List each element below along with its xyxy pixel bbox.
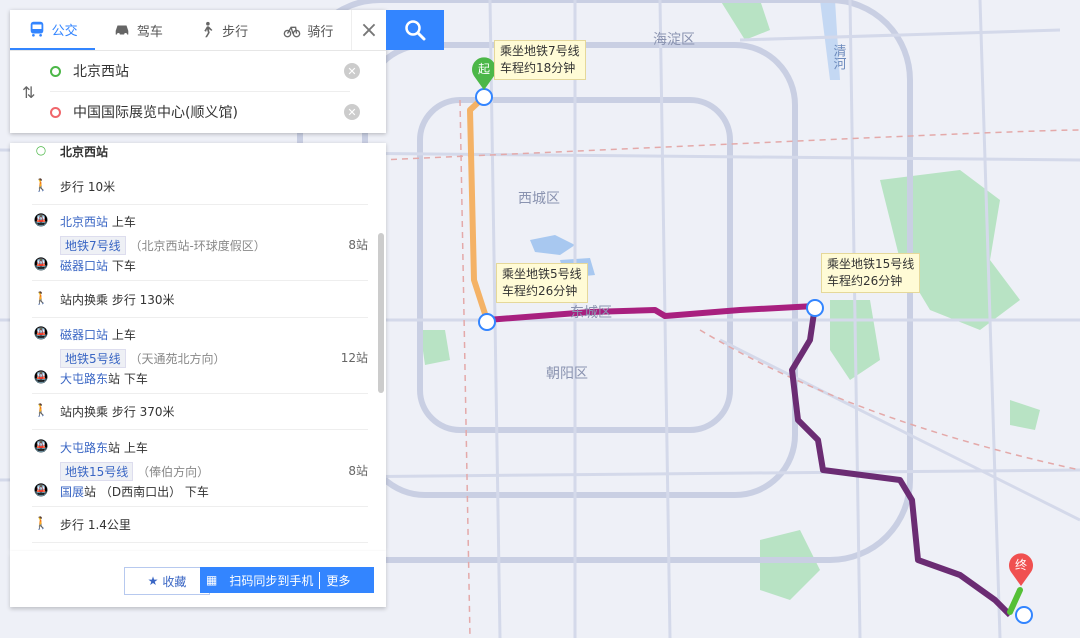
origin-dot-icon xyxy=(50,65,61,77)
origin-destination: ⇅ 北京西站 ✕ 中国国际展览中心(顺义馆) ✕ xyxy=(10,51,386,133)
station-link[interactable]: 磁器口站 xyxy=(60,259,108,273)
mode-tabs: 公交 驾车 步行 骑行 × xyxy=(10,10,386,51)
walk-icon: 🚶 xyxy=(33,516,49,530)
route-bubble-line5: 乘坐地铁5号线 车程约26分钟 xyxy=(496,263,588,303)
more-button[interactable]: 更多 xyxy=(319,571,356,589)
tab-bike[interactable]: 骑行 xyxy=(266,10,351,50)
station-link[interactable]: 北京西站 xyxy=(60,215,108,229)
bubble-line: 乘坐地铁7号线 xyxy=(500,44,580,58)
step-action: 站 （D西南口出） 下车 xyxy=(84,485,209,499)
route-bubble-line15: 乘坐地铁15号线 车程约26分钟 xyxy=(821,253,921,293)
step-action: 上车 xyxy=(111,215,136,229)
station-link[interactable]: 国展 xyxy=(60,485,84,499)
route-footer: ★ 收藏 ▦ 扫码同步到手机 更多 xyxy=(10,551,386,607)
walk-icon xyxy=(204,21,213,38)
station-link[interactable]: 大屯路东 xyxy=(60,372,108,386)
step-text: 站内换乘 步行 130米 xyxy=(60,293,175,307)
favorite-label: 收藏 xyxy=(162,574,187,589)
end-pin-label: 终 xyxy=(1015,557,1027,572)
car-icon xyxy=(115,25,129,36)
line-tag[interactable]: 地铁7号线 xyxy=(60,236,126,255)
tab-label: 公交 xyxy=(51,23,78,39)
qr-icon: ▦ xyxy=(206,573,218,587)
river-label: 清河 xyxy=(831,44,847,70)
bubble-time: 车程约18分钟 xyxy=(500,61,576,75)
walk-icon: 🚶 xyxy=(33,178,49,192)
route-search-panel: 公交 驾车 步行 骑行 × ⇅ 北京西站 ✕ 中国国际展览中心(顺义馆) ✕ xyxy=(10,10,386,133)
station-link[interactable]: 磁器口站 xyxy=(60,328,108,342)
tab-label: 步行 xyxy=(222,24,249,40)
sync-phone-button[interactable]: ▦ 扫码同步到手机 更多 xyxy=(200,567,374,593)
bus-icon: 🚇 xyxy=(33,370,49,384)
step-text: 北京西站 xyxy=(60,145,109,159)
line-tag[interactable]: 地铁15号线 xyxy=(60,462,134,481)
search-button[interactable] xyxy=(386,10,444,50)
destination-field[interactable]: 中国国际展览中心(顺义馆) ✕ xyxy=(50,92,360,132)
bus-icon: 🚇 xyxy=(33,439,49,453)
step-action: 站 下车 xyxy=(108,372,148,386)
start-pin-label: 起 xyxy=(478,62,490,76)
destination-text: 中国国际展览中心(顺义馆) xyxy=(73,105,238,121)
route-bubble-line7: 乘坐地铁7号线 车程约18分钟 xyxy=(494,40,586,80)
destination-dot-icon xyxy=(50,106,61,118)
origin-field[interactable]: 北京西站 ✕ xyxy=(50,51,360,92)
search-icon xyxy=(405,20,426,41)
stop-count: 8站 xyxy=(348,238,368,252)
clear-destination-icon[interactable]: ✕ xyxy=(344,104,360,120)
bus-icon xyxy=(30,21,43,37)
favorite-button[interactable]: ★ 收藏 xyxy=(124,567,210,595)
bus-icon: 🚇 xyxy=(33,257,49,271)
district-haidian: 海淀区 xyxy=(653,32,695,48)
stop-count: 8站 xyxy=(348,464,368,478)
bubble-line: 乘坐地铁15号线 xyxy=(827,257,915,271)
line-direction: （天通苑北方向） xyxy=(129,352,226,366)
swap-icon[interactable]: ⇅ xyxy=(22,83,35,102)
origin-text: 北京西站 xyxy=(73,64,129,80)
step-action: 下车 xyxy=(111,259,136,273)
bike-icon xyxy=(284,26,301,38)
line-direction: （北京西站-环球度假区） xyxy=(129,239,266,253)
clear-origin-icon[interactable]: ✕ xyxy=(344,63,360,79)
tab-transit[interactable]: 公交 xyxy=(10,10,96,50)
tab-walk[interactable]: 步行 xyxy=(181,10,266,50)
bubble-line: 乘坐地铁5号线 xyxy=(502,267,582,281)
walk-icon: 🚶 xyxy=(33,403,49,417)
tab-label: 驾车 xyxy=(136,24,163,40)
step-action: 站 上车 xyxy=(108,441,148,455)
route-steps: ○ 北京西站 🚶 步行 10米 🚇 北京西站 上车 地铁7号线 （北京西站-环球… xyxy=(10,143,386,551)
scrollbar[interactable] xyxy=(378,233,384,393)
step-text: 步行 10米 xyxy=(60,180,116,194)
sync-label: 扫码同步到手机 xyxy=(229,573,314,588)
station-link[interactable]: 大屯路东 xyxy=(60,441,108,455)
tab-label: 骑行 xyxy=(307,24,334,40)
close-icon[interactable]: × xyxy=(351,10,386,50)
district-dongcheng: 东城区 xyxy=(570,305,612,321)
bus-icon: 🚇 xyxy=(33,326,49,340)
bubble-time: 车程约26分钟 xyxy=(502,284,578,298)
district-xicheng: 西城区 xyxy=(518,191,560,207)
step-action: 上车 xyxy=(111,328,136,342)
bus-icon: 🚇 xyxy=(33,483,49,497)
step-text: 站内换乘 步行 370米 xyxy=(60,405,175,419)
bus-icon: 🚇 xyxy=(33,213,49,227)
step-text: 步行 1.4公里 xyxy=(60,518,131,532)
stop-count: 12站 xyxy=(340,351,368,365)
star-icon: ★ xyxy=(147,574,159,588)
bubble-time: 车程约26分钟 xyxy=(827,274,903,288)
district-chaoyang: 朝阳区 xyxy=(546,366,588,382)
start-dot-icon: ○ xyxy=(35,143,47,157)
walk-icon: 🚶 xyxy=(33,291,49,305)
line-direction: （俸伯方向） xyxy=(137,465,210,479)
line-tag[interactable]: 地铁5号线 xyxy=(60,349,126,368)
tab-drive[interactable]: 驾车 xyxy=(95,10,180,50)
